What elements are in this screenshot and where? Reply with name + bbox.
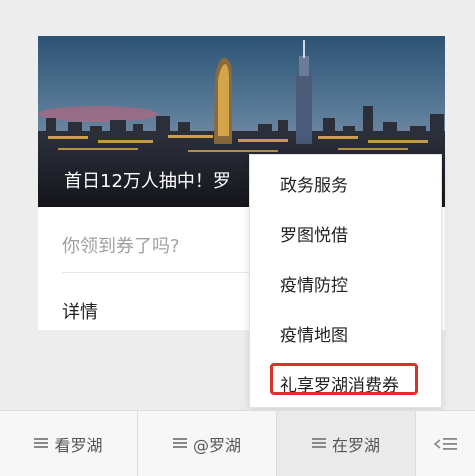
menu-item-government-services[interactable]: 政务服务 (280, 171, 348, 196)
bottom-menu-bar: 看罗湖 @罗湖 在罗湖 (0, 410, 475, 476)
article-digest: 你领到券了吗? (62, 236, 180, 257)
menu-lines-icon (311, 438, 326, 449)
tab-look-luohu[interactable]: 看罗湖 (0, 411, 138, 476)
cover-title: 首日12万人抽中！罗 (64, 171, 231, 192)
menu-item-library-borrowing[interactable]: 罗图悦借 (280, 221, 348, 246)
menu-lines-icon (34, 438, 49, 449)
keyboard-collapse-icon (433, 437, 457, 450)
highlight-box (270, 363, 418, 395)
details-link[interactable]: 详情 (62, 298, 98, 324)
tab-label: 看罗湖 (54, 435, 103, 455)
menu-item-epidemic-control[interactable]: 疫情防控 (280, 271, 348, 296)
menu-lines-icon (172, 438, 187, 449)
tab-label: @罗湖 (192, 435, 241, 455)
tab-in-luohu[interactable]: 在罗湖 (277, 411, 416, 476)
tab-label: 在罗湖 (331, 435, 380, 455)
tab-at-luohu[interactable]: @罗湖 (138, 411, 277, 476)
menu-item-epidemic-map[interactable]: 疫情地图 (280, 321, 348, 346)
keyboard-toggle-button[interactable] (416, 411, 475, 476)
